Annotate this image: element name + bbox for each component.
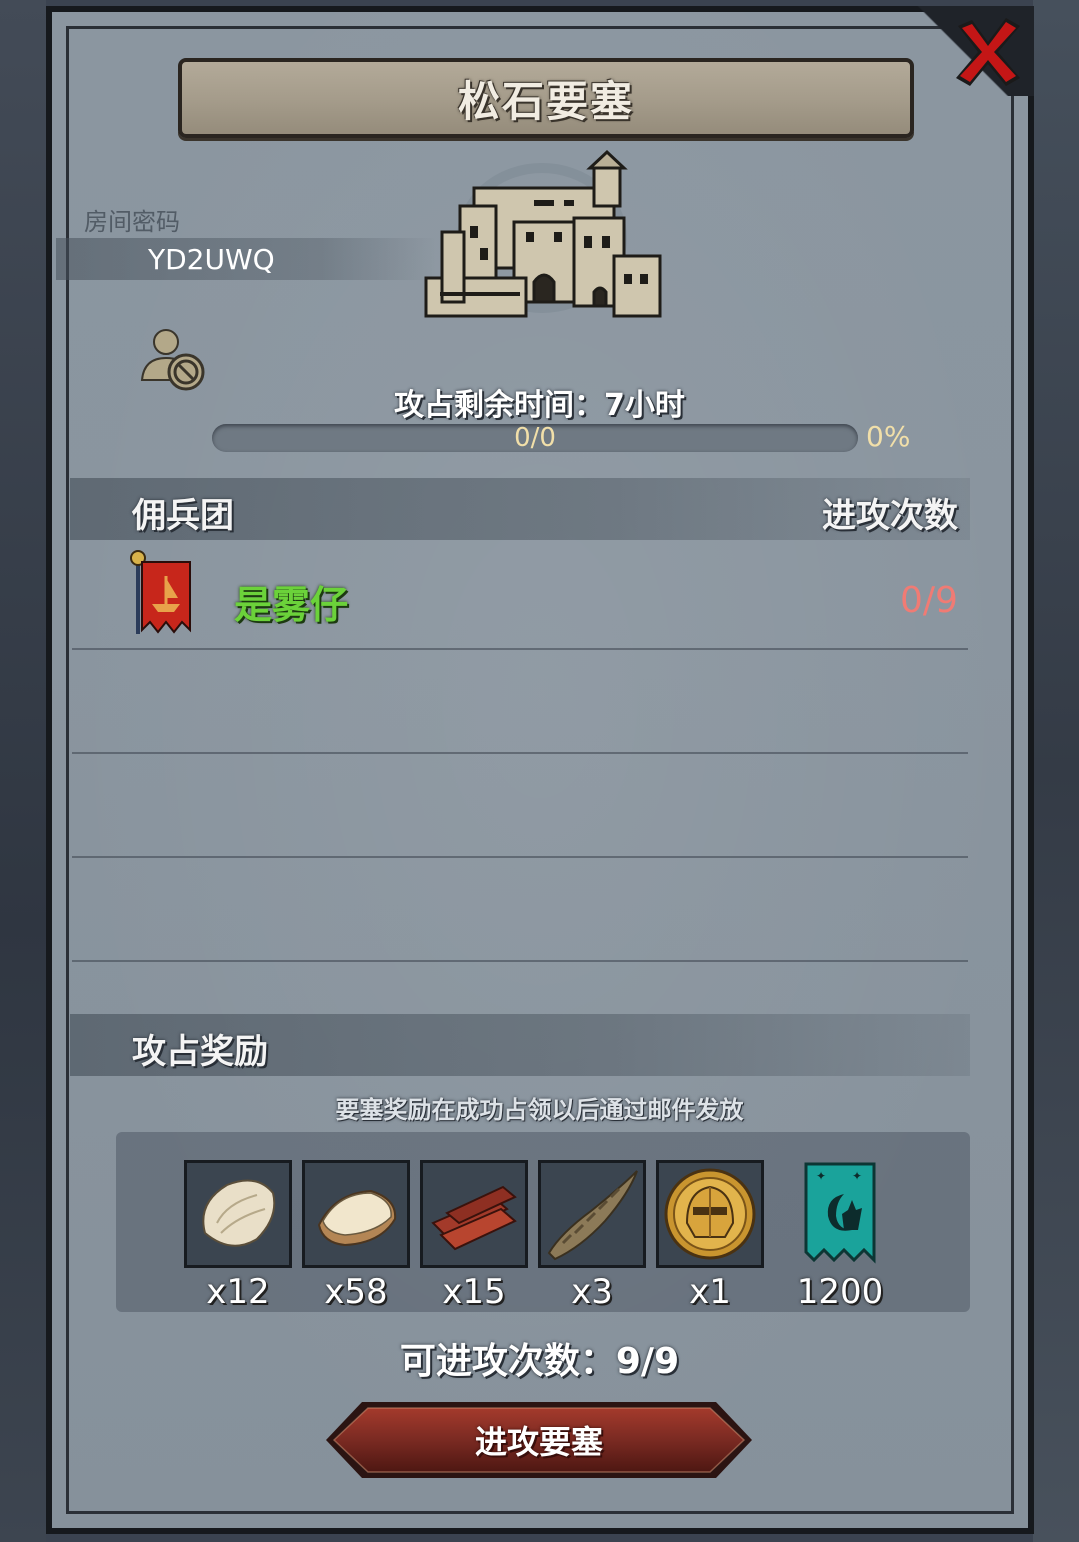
row-divider — [72, 856, 968, 858]
reward-count-horn: x3 — [571, 1272, 613, 1312]
background-left — [0, 0, 46, 1542]
dialog-title: 松石要塞 — [457, 76, 634, 126]
row-divider — [72, 960, 968, 962]
title-banner: 松石要塞 — [178, 58, 914, 138]
reward-item-wood[interactable] — [420, 1160, 528, 1268]
reward-count-fur: x12 — [206, 1272, 270, 1312]
reward-item-wool[interactable] — [302, 1160, 410, 1268]
svg-text:✦: ✦ — [852, 1169, 862, 1183]
reward-item-banner-points[interactable]: ✦ ✦ — [786, 1160, 894, 1268]
background-right — [1033, 0, 1079, 1542]
guild-flag-icon — [130, 550, 191, 634]
wood-planks-icon — [431, 1185, 517, 1251]
guild-name[interactable]: 是雾仔 — [234, 574, 348, 629]
reward-item-horn[interactable] — [538, 1160, 646, 1268]
mercenary-header: 佣兵团 — [132, 496, 234, 536]
available-attempts: 可进攻次数：9/9 — [399, 1341, 680, 1382]
banner-points-icon: ✦ ✦ — [804, 1162, 876, 1264]
reward-count-helmet-coin: x1 — [689, 1272, 731, 1312]
reward-item-fur[interactable] — [184, 1160, 292, 1268]
reward-count-wool: x58 — [324, 1272, 388, 1312]
close-icon — [956, 18, 1020, 86]
horn-icon — [547, 1170, 638, 1261]
castle-icon — [424, 149, 662, 318]
capture-time-remaining: 攻占剩余时间：7小时 — [394, 388, 685, 423]
row-divider — [72, 648, 968, 650]
reward-count-wood: x15 — [442, 1272, 506, 1312]
reward-count-banner-points: 1200 — [796, 1272, 884, 1312]
attack-count-header: 进攻次数 — [822, 496, 958, 536]
knight-helmet-coin-icon — [664, 1168, 756, 1260]
close-button[interactable] — [950, 14, 1026, 90]
reward-item-helmet-coin[interactable] — [656, 1160, 764, 1268]
guild-attack-count: 0/9 — [900, 580, 958, 621]
wool-fleece-icon — [317, 1189, 397, 1247]
fur-pelt-icon — [202, 1179, 276, 1247]
progress-percent: 0% — [866, 420, 911, 453]
rewards-note: 要塞奖励在成功占领以后通过邮件发放 — [335, 1096, 744, 1124]
progress-value: 0/0 — [514, 423, 556, 453]
rewards-header: 攻占奖励 — [132, 1032, 268, 1072]
attack-fortress-button[interactable] — [322, 1398, 756, 1482]
svg-text:✦: ✦ — [816, 1169, 826, 1183]
room-password-label: 房间密码 — [84, 208, 180, 236]
capture-progress-bar: 0/0 — [212, 424, 858, 452]
row-divider — [72, 752, 968, 754]
room-password-code: YD2UWQ — [148, 243, 275, 276]
